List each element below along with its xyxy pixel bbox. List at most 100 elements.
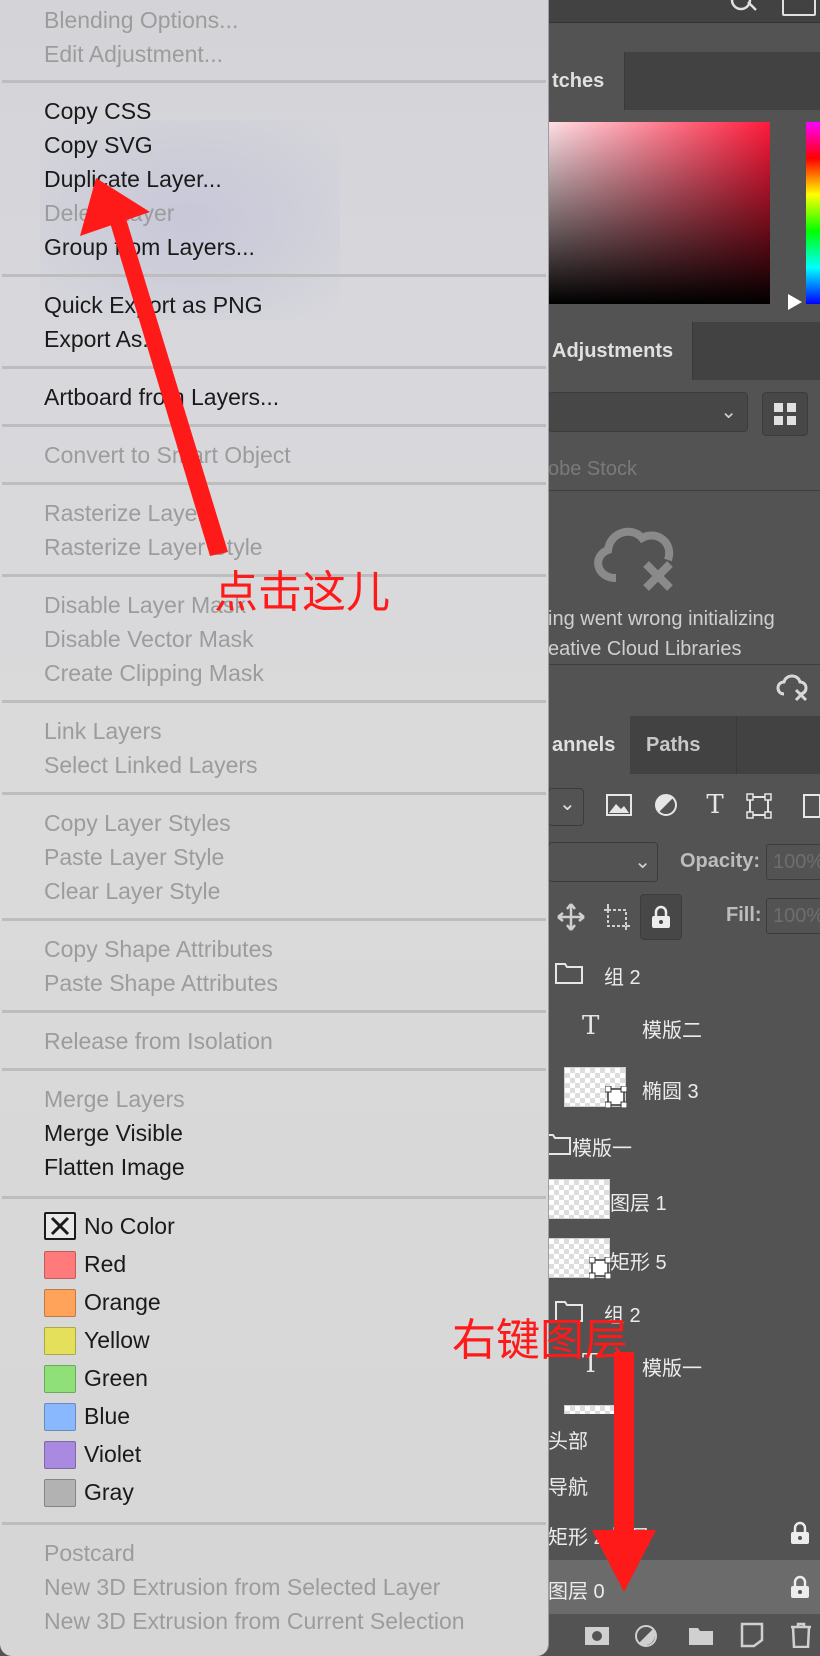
layer-name: 椭圆 3 <box>642 1081 699 1103</box>
chevron-down-icon: ⌄ <box>559 793 576 815</box>
layer-name: 矩形 2 拷贝 <box>548 1527 651 1549</box>
layer-row[interactable]: 矩形 5 <box>548 1230 820 1287</box>
layer-row[interactable]: 头部 <box>548 1414 820 1461</box>
menu-item-link-layers[interactable]: Link Layers <box>44 717 162 745</box>
menu-item-new-3d-extrusion-from-selected-layer[interactable]: New 3D Extrusion from Selected Layer <box>44 1573 440 1601</box>
image-filter-icon[interactable] <box>606 794 632 816</box>
menu-item-copy-svg[interactable]: Copy SVG <box>44 131 153 159</box>
fill-field[interactable]: 100% <box>766 898 820 934</box>
layer-thumbnail <box>548 1238 611 1279</box>
menu-item-delete-layer[interactable]: Delete Layer <box>44 199 174 227</box>
smart-object-filter-icon[interactable] <box>798 793 820 819</box>
layer-row[interactable]: 图层 1 <box>548 1168 820 1231</box>
hue-slider-marker[interactable] <box>788 294 802 310</box>
menu-item-disable-vector-mask[interactable]: Disable Vector Mask <box>44 625 254 653</box>
layer-row[interactable]: 椭圆 3 <box>548 1054 820 1121</box>
menu-item-copy-shape-attributes[interactable]: Copy Shape Attributes <box>44 935 273 963</box>
menu-item-paste-layer-style[interactable]: Paste Layer Style <box>44 843 224 871</box>
tab-channels-label: annels <box>552 734 616 756</box>
layer-row[interactable]: 导航 <box>548 1460 820 1507</box>
menu-separator <box>2 1196 546 1199</box>
menu-item-release-from-isolation[interactable]: Release from Isolation <box>44 1027 273 1055</box>
menu-item-select-linked-layers[interactable]: Select Linked Layers <box>44 751 258 779</box>
layer-name: 模版二 <box>642 1020 702 1042</box>
new-fill-layer-icon[interactable] <box>634 1624 658 1648</box>
layer-row[interactable]: 图层 0 <box>548 1560 820 1615</box>
layer-name: 模版一 <box>642 1358 702 1380</box>
shape-filter-icon[interactable] <box>746 793 772 819</box>
search-icon[interactable] <box>728 0 758 14</box>
trash-icon[interactable] <box>790 1622 812 1648</box>
menu-item-create-clipping-mask[interactable]: Create Clipping Mask <box>44 659 264 687</box>
color-picker-field[interactable] <box>548 122 770 304</box>
tab-channels[interactable]: annels <box>548 716 631 774</box>
opacity-field[interactable]: 100% <box>766 844 820 880</box>
shape-icon <box>589 1257 611 1279</box>
menu-separator <box>2 1522 546 1525</box>
layer-name: 图层 0 <box>548 1581 605 1603</box>
menu-item-copy-layer-styles[interactable]: Copy Layer Styles <box>44 809 231 837</box>
menu-item-merge-layers[interactable]: Merge Layers <box>44 1085 185 1113</box>
menu-item-new-3d-extrusion-from-current-selection[interactable]: New 3D Extrusion from Current Selection <box>44 1607 465 1635</box>
menu-item-quick-export-as-png[interactable]: Quick Export as PNG <box>44 291 263 319</box>
text-filter-icon[interactable]: T <box>698 788 732 822</box>
no-color-icon <box>44 1212 76 1240</box>
folder-icon <box>555 963 583 984</box>
layer-row[interactable]: T 模版二 <box>548 998 820 1055</box>
menu-item-flatten-image[interactable]: Flatten Image <box>44 1153 185 1181</box>
menu-item-convert-to-smart-object[interactable]: Convert to Smart Object <box>44 441 291 469</box>
tab-paths[interactable]: Paths <box>630 716 737 774</box>
adjustment-filter-icon[interactable] <box>654 793 678 817</box>
move-lock-icon[interactable] <box>556 902 586 932</box>
tab-adjustments[interactable]: Adjustments <box>548 322 693 380</box>
menu-item-edit-adjustment[interactable]: Edit Adjustment... <box>44 40 223 68</box>
layer-row[interactable]: 模版一 <box>543 1120 820 1169</box>
tab-swatches[interactable]: tches <box>548 52 625 110</box>
menu-item-blending-options[interactable]: Blending Options... <box>44 6 238 34</box>
stock-search-placeholder: obe Stock <box>548 458 637 480</box>
tab-adjustments-label: Adjustments <box>552 340 674 362</box>
library-error-line2: eative Cloud Libraries <box>548 638 742 660</box>
menu-item-artboard-from-layers[interactable]: Artboard from Layers... <box>44 383 279 411</box>
menu-separator <box>2 1010 546 1013</box>
blend-mode-dropdown[interactable]: ⌄ <box>548 842 658 882</box>
menu-item-rasterize-layer[interactable]: Rasterize Layer <box>44 499 205 527</box>
menu-separator <box>2 482 546 485</box>
hue-slider[interactable] <box>806 122 820 304</box>
menu-item-copy-css[interactable]: Copy CSS <box>44 97 151 125</box>
filter-kind-dropdown[interactable]: ⌄ <box>548 788 584 826</box>
window-icon[interactable] <box>782 0 816 16</box>
menu-item-export-as[interactable]: Export As... <box>44 325 162 353</box>
library-dropdown[interactable]: ⌄ <box>548 392 748 432</box>
new-layer-icon[interactable] <box>740 1622 764 1648</box>
menu-separator <box>2 366 546 369</box>
menu-item-paste-shape-attributes[interactable]: Paste Shape Attributes <box>44 969 278 997</box>
grid-view-button[interactable] <box>762 392 808 436</box>
menu-separator <box>2 80 546 83</box>
cloud-sync-icon[interactable] <box>776 672 810 702</box>
menu-item-postcard[interactable]: Postcard <box>44 1539 135 1567</box>
lock-icon <box>791 1521 809 1544</box>
menu-item-merge-visible[interactable]: Merge Visible <box>44 1119 183 1147</box>
grid-icon <box>774 403 796 425</box>
menu-item-color-blue[interactable]: Blue <box>0 1400 540 1432</box>
menu-item-clear-layer-style[interactable]: Clear Layer Style <box>44 877 220 905</box>
color-swatch <box>44 1251 76 1279</box>
layer-row[interactable]: 矩形 2 拷贝 <box>548 1506 820 1561</box>
layer-row[interactable]: 组 2 <box>548 948 820 999</box>
menu-separator <box>2 700 546 703</box>
lock-all-button[interactable] <box>640 894 682 940</box>
menu-item-color-violet[interactable]: Violet <box>0 1438 540 1470</box>
color-swatch <box>44 1327 76 1355</box>
color-label: Violet <box>84 1441 142 1467</box>
artboard-lock-icon[interactable] <box>602 902 632 932</box>
new-group-icon[interactable] <box>688 1624 714 1646</box>
menu-separator <box>2 274 546 277</box>
menu-item-color-red[interactable]: Red <box>0 1248 540 1280</box>
add-mask-icon[interactable] <box>584 1626 610 1646</box>
opacity-label: Opacity: <box>680 850 761 872</box>
menu-item-duplicate-layer[interactable]: Duplicate Layer... <box>44 165 222 193</box>
menu-item-color-no-color[interactable]: No Color <box>0 1210 540 1242</box>
menu-item-color-gray[interactable]: Gray <box>0 1476 540 1508</box>
menu-item-group-from-layers[interactable]: Group from Layers... <box>44 233 255 261</box>
